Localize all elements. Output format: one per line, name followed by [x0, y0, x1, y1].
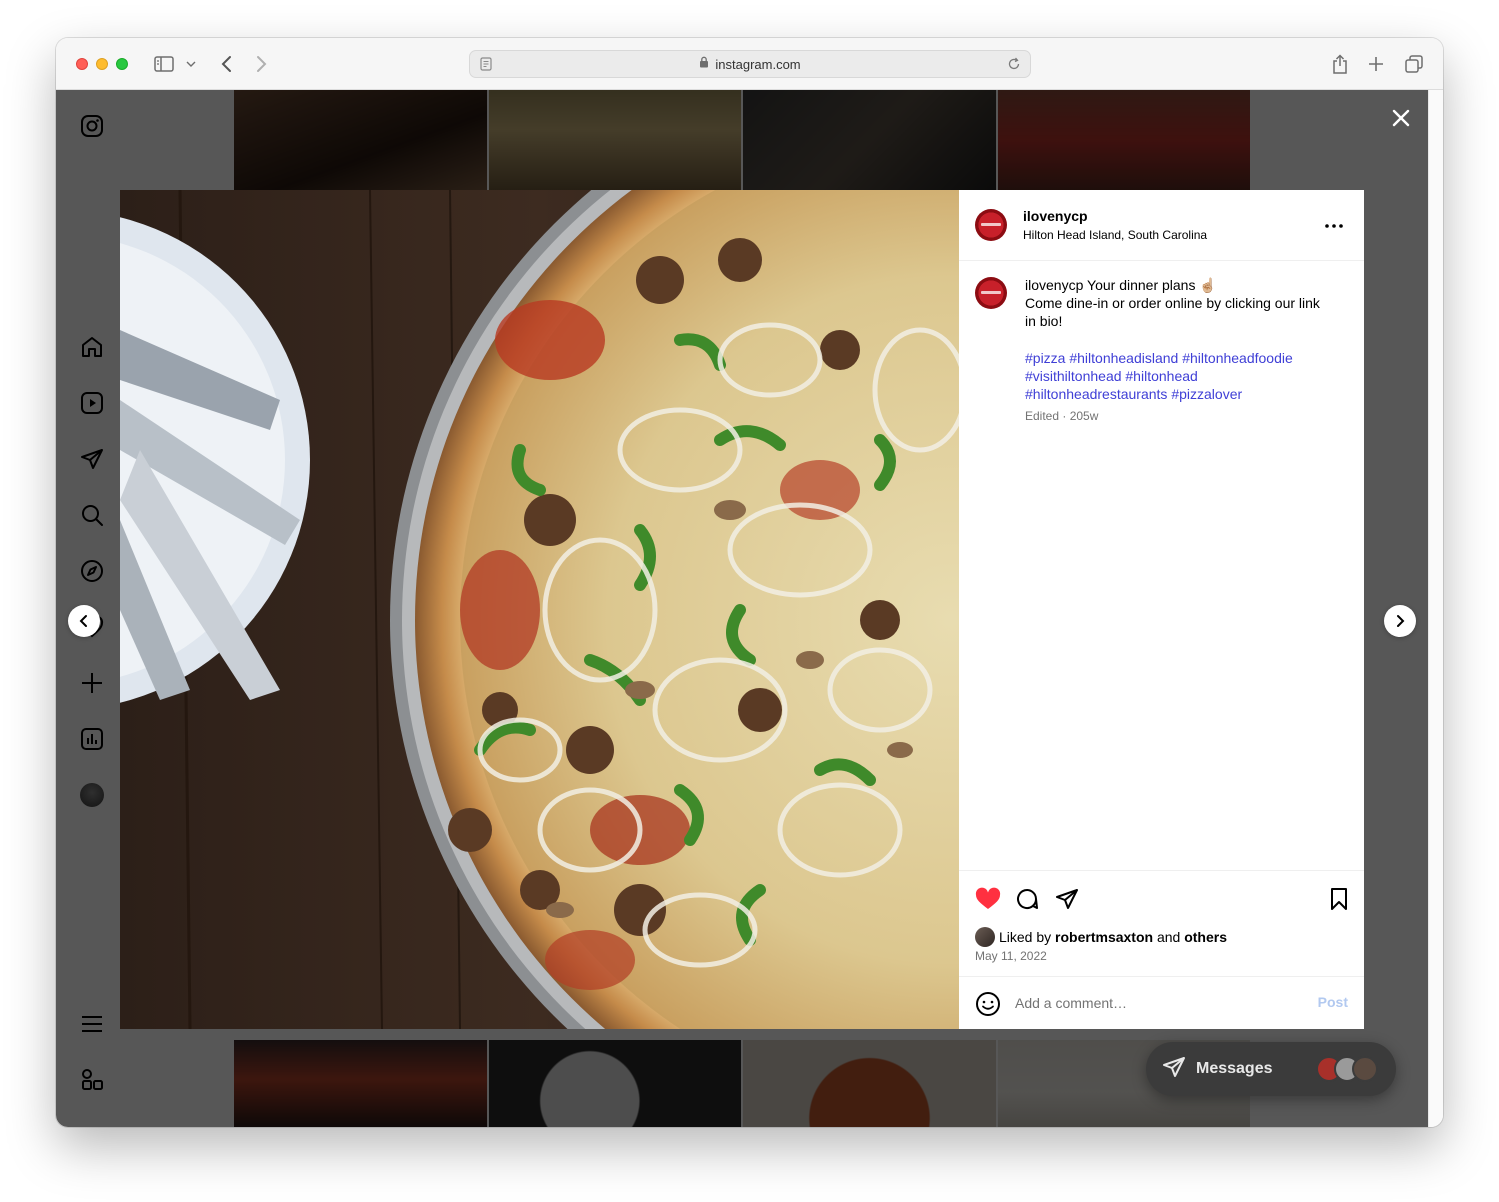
- message-avatar: [1352, 1056, 1378, 1082]
- messages-label: Messages: [1196, 1060, 1273, 1077]
- tab-overview-icon[interactable]: [1404, 52, 1424, 76]
- messages-send-icon: [1162, 1055, 1186, 1084]
- post-date[interactable]: May 11, 2022: [975, 949, 1047, 963]
- comment-input[interactable]: [1015, 993, 1295, 1013]
- browser-window: instagram.com ilovenycp Hilton Head Isla…: [56, 38, 1443, 1127]
- url-text: instagram.com: [715, 56, 801, 72]
- pizza-photo-image: [120, 190, 959, 1029]
- post-actions: Liked by robertmsaxton and others May 11…: [959, 870, 1364, 976]
- close-window-button[interactable]: [76, 58, 88, 70]
- messages-avatars: [1316, 1056, 1378, 1082]
- browser-toolbar: instagram.com: [56, 38, 1443, 90]
- liked-by-and: and: [1156, 929, 1181, 945]
- forward-icon[interactable]: [252, 52, 272, 76]
- sidebar-toggle-icon[interactable]: [152, 52, 176, 76]
- new-tab-icon[interactable]: [1366, 52, 1386, 76]
- chevron-left-icon: [79, 615, 87, 627]
- post-location[interactable]: Hilton Head Island, South Carolina: [1023, 228, 1207, 242]
- address-bar[interactable]: instagram.com: [469, 50, 1031, 78]
- liked-by-user[interactable]: robertmsaxton: [1055, 929, 1153, 945]
- post-photo[interactable]: [120, 190, 959, 1029]
- liker-avatar[interactable]: [975, 927, 995, 947]
- caption-line-2: Come dine-in or order online by clicking…: [1025, 295, 1320, 329]
- share-icon[interactable]: [1330, 52, 1350, 76]
- author-avatar[interactable]: [975, 209, 1007, 241]
- post-caption: ilovenycp Your dinner plans ☝🏼 Come dine…: [1025, 276, 1325, 330]
- post-modal: ilovenycp Hilton Head Island, South Caro…: [120, 190, 1364, 1029]
- post-header: ilovenycp Hilton Head Island, South Caro…: [959, 190, 1364, 261]
- back-icon[interactable]: [216, 52, 236, 76]
- reload-icon[interactable]: [1007, 57, 1021, 76]
- previous-post-button[interactable]: [68, 605, 100, 637]
- zoom-window-button[interactable]: [116, 58, 128, 70]
- caption-username[interactable]: ilovenycp: [1025, 277, 1083, 293]
- next-post-button[interactable]: [1384, 605, 1416, 637]
- bookmark-icon[interactable]: [1327, 887, 1351, 911]
- liked-by-summary: Liked by robertmsaxton and others: [975, 927, 1227, 947]
- like-heart-icon[interactable]: [975, 887, 1001, 911]
- post-edited-age: Edited · 205w: [1025, 409, 1099, 423]
- more-options-icon[interactable]: [1322, 216, 1346, 236]
- emoji-icon[interactable]: [975, 991, 1001, 1017]
- scrollbar[interactable]: [1428, 90, 1443, 1127]
- page-icon: [480, 57, 492, 76]
- caption-author-avatar[interactable]: [975, 277, 1007, 309]
- post-details-panel: ilovenycp Hilton Head Island, South Caro…: [959, 190, 1364, 1029]
- comment-icon[interactable]: [1015, 887, 1039, 911]
- post-comment-button[interactable]: Post: [1318, 994, 1348, 1010]
- chevron-right-icon: [1397, 615, 1405, 627]
- liked-by-prefix: Liked by: [999, 929, 1052, 945]
- messages-pill[interactable]: Messages: [1146, 1042, 1396, 1096]
- caption-line-1: Your dinner plans ☝🏼: [1087, 277, 1217, 293]
- author-username[interactable]: ilovenycp: [1023, 208, 1088, 224]
- web-content: ilovenycp Hilton Head Island, South Caro…: [56, 90, 1428, 1127]
- close-icon[interactable]: [1389, 106, 1413, 130]
- comment-bar: Post: [959, 976, 1364, 1029]
- minimize-window-button[interactable]: [96, 58, 108, 70]
- liked-by-others[interactable]: others: [1184, 929, 1227, 945]
- lock-icon: [699, 55, 709, 73]
- chevron-down-icon[interactable]: [184, 52, 198, 76]
- post-hashtags[interactable]: #pizza #hiltonheadisland #hiltonheadfood…: [1025, 349, 1325, 403]
- share-send-icon[interactable]: [1055, 887, 1079, 911]
